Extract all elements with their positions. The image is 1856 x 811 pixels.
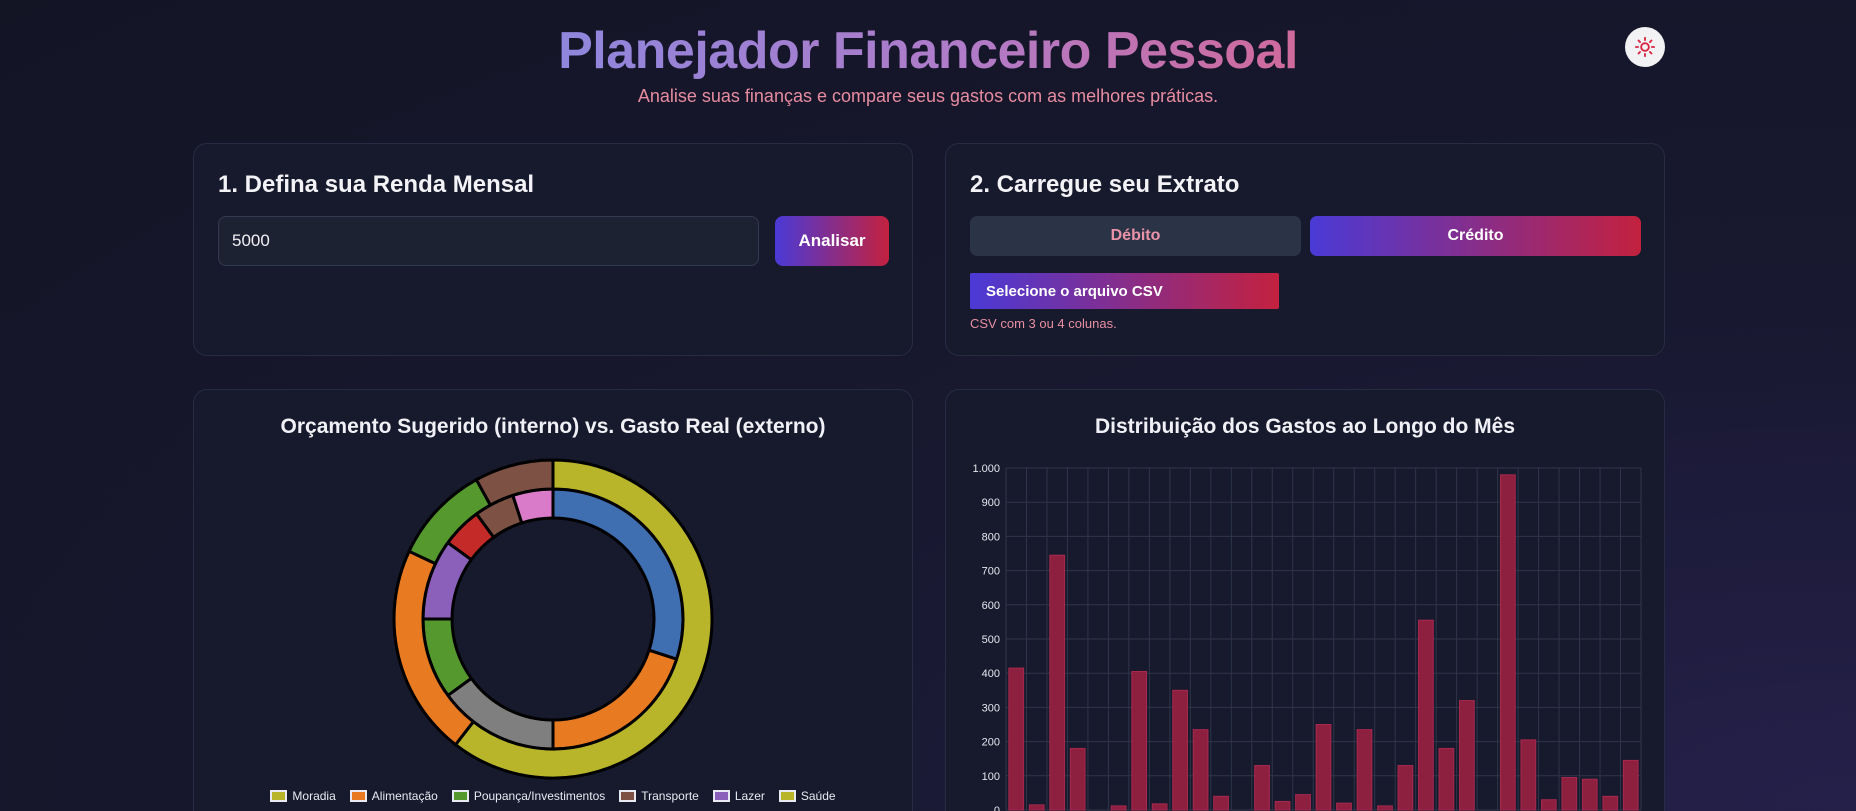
spending-bar[interactable] — [1520, 739, 1537, 811]
income-card: 1. Defina sua Renda Mensal Analisar — [193, 143, 913, 356]
spending-bar[interactable] — [1540, 799, 1557, 811]
analyze-button[interactable]: Analisar — [775, 216, 889, 266]
spending-bar[interactable] — [1049, 554, 1066, 811]
spending-bar[interactable] — [1377, 805, 1393, 811]
spending-bar[interactable] — [1213, 795, 1229, 811]
spending-bar[interactable] — [1192, 729, 1209, 811]
spending-bar[interactable] — [1602, 795, 1619, 811]
legend-item[interactable]: Lazer — [712, 789, 765, 803]
spending-bar[interactable] — [1069, 747, 1086, 811]
select-csv-button[interactable]: Selecione o arquivo CSV — [970, 273, 1279, 309]
legend-swatch — [712, 790, 730, 802]
spending-bar[interactable] — [1254, 765, 1270, 811]
spending-bar[interactable] — [1397, 765, 1414, 811]
y-tick-label: 0 — [994, 805, 1000, 811]
spending-bar[interactable] — [1008, 667, 1025, 811]
y-tick-label: 800 — [982, 531, 1000, 543]
legend-label: Transporte — [641, 789, 699, 803]
spending-bar[interactable] — [1581, 778, 1598, 811]
legend-swatch — [619, 790, 637, 802]
spending-bar[interactable] — [1295, 794, 1311, 811]
spending-bar[interactable] — [1438, 747, 1455, 811]
y-tick-label: 500 — [982, 634, 1000, 646]
spending-bar[interactable] — [1151, 803, 1168, 811]
legend-item[interactable]: Poupança/Investimentos — [451, 789, 606, 803]
legend-label: Alimentação — [371, 789, 438, 803]
legend-item[interactable]: Moradia — [270, 789, 336, 803]
budget-chart-card: Orçamento Sugerido (interno) vs. Gasto R… — [193, 389, 913, 811]
legend-swatch — [451, 790, 469, 802]
spending-bar[interactable] — [1274, 800, 1291, 811]
budget-legend: Moradia Alimentação Poupança/Investimentos… — [194, 789, 912, 803]
y-tick-label: 1.000 — [972, 463, 1000, 475]
y-tick-label: 400 — [982, 668, 1000, 680]
legend-label: Moradia — [292, 789, 336, 803]
spending-chart-card: Distribuição dos Gastos ao Longo do Mês … — [945, 389, 1665, 811]
legend-label: Lazer — [734, 789, 765, 803]
y-tick-label: 200 — [982, 737, 1000, 749]
statement-heading: 2. Carregue seu Extrato — [970, 171, 1240, 198]
legend-item[interactable]: Transporte — [619, 789, 699, 803]
spending-bar[interactable] — [1131, 670, 1148, 811]
tab-credit[interactable]: Crédito — [1310, 216, 1641, 256]
legend-item[interactable]: Saúde — [778, 789, 836, 803]
spending-bar[interactable] — [1028, 804, 1045, 811]
spending-bar[interactable] — [1336, 802, 1352, 811]
page-title: Planejador Financeiro Pessoal — [558, 18, 1298, 84]
y-tick-label: 100 — [982, 771, 1000, 783]
tab-debit[interactable]: Débito — [970, 216, 1301, 256]
spending-bar[interactable] — [1110, 805, 1127, 811]
income-heading: 1. Defina sua Renda Mensal — [218, 171, 535, 198]
spending-bar[interactable] — [1459, 700, 1475, 811]
legend-item[interactable]: Alimentação — [349, 789, 438, 803]
spending-bar-chart: 0 100 200 300 400 500 600 700 800 900 1.000 — [972, 463, 1642, 811]
theme-toggle-button[interactable] — [1625, 27, 1665, 67]
spending-bar[interactable] — [1172, 689, 1188, 811]
csv-hint: CSV com 3 ou 4 colunas. — [970, 316, 1117, 331]
spending-bar[interactable] — [1418, 619, 1434, 811]
page-subtitle: Analise suas finanças e compare seus gas… — [637, 86, 1219, 106]
legend-swatch — [778, 790, 796, 802]
y-tick-label: 300 — [982, 702, 1000, 714]
sun-icon — [1634, 36, 1656, 58]
spending-bar[interactable] — [1622, 759, 1639, 811]
budget-donut-chart — [392, 458, 714, 780]
income-input[interactable] — [218, 216, 759, 266]
spending-bar[interactable] — [1499, 474, 1516, 811]
y-tick-label: 900 — [982, 497, 1000, 509]
spending-bar[interactable] — [1561, 777, 1578, 811]
y-tick-label: 600 — [982, 600, 1000, 612]
legend-label: Saúde — [800, 789, 836, 803]
y-tick-label: 700 — [982, 566, 1000, 578]
page-header: Planejador Financeiro Pessoal Analise su… — [0, 18, 1856, 107]
legend-swatch — [270, 790, 288, 802]
legend-label: Poupança/Investimentos — [473, 789, 606, 803]
legend-swatch — [349, 790, 367, 802]
statement-card: 2. Carregue seu Extrato Débito Crédito S… — [945, 143, 1665, 356]
spending-bar[interactable] — [1315, 724, 1332, 811]
spending-bar[interactable] — [1356, 729, 1373, 811]
